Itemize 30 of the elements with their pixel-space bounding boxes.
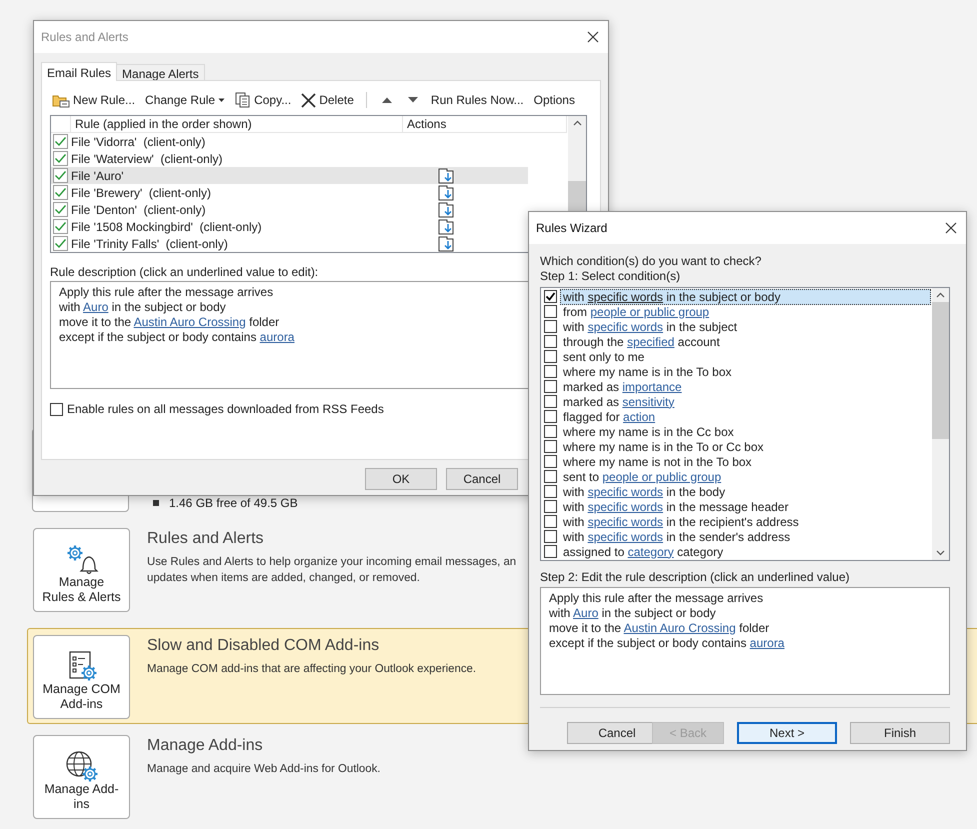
question-text: Which condition(s) do you want to check? (540, 254, 762, 269)
description-line: with Auro in the subject or body (59, 300, 226, 315)
section-description: Manage COM add-ins that are affecting your Outlook experience. (147, 662, 476, 677)
description-line: move it to the Austin Auro Crossing folder (59, 315, 280, 330)
description-line: with Auro in the subject or body (549, 606, 716, 621)
storage-text: 1.46 GB free of 49.5 GB (169, 496, 298, 510)
section-title: Rules and Alerts (147, 530, 265, 548)
window-title: Rules Wizard (536, 221, 608, 235)
rule-name: File 'Waterview' (client-only) (71, 152, 224, 166)
rule-name: File '1508 Mockingbird' (client-only) (71, 220, 263, 234)
section-title: Manage Add-ins (147, 737, 264, 755)
step-label: Step 1: Select condition(s) (540, 269, 682, 284)
description-line: except if the subject or body contains aurora (549, 636, 784, 651)
window-title: Rules and Alerts (41, 30, 128, 44)
section-title: Slow and Disabled COM Add-ins (147, 637, 380, 655)
rule-name: File 'Brewery' (client-only) (71, 186, 212, 200)
rule-name: File 'Vidorra' (client-only) (71, 134, 206, 148)
section-description: Use Rules and Alerts to help organize your incoming email messages, an (147, 555, 516, 570)
description-line: move it to the Austin Auro Crossing folder (549, 621, 770, 636)
step-label: Step 2: Edit the rule description (click an underlined value) (540, 570, 851, 585)
description-line: except if the subject or body contains aurora (59, 330, 294, 345)
description-label: Rule description (click an underlined value to edit): (50, 265, 318, 279)
section-description: Manage and acquire Web Add-ins for Outlook. (147, 762, 380, 777)
rule-name: File 'Denton' (client-only) (71, 202, 207, 216)
rule-name: File 'Auro' (71, 168, 125, 182)
description-line: Apply this rule after the message arrives (59, 285, 274, 300)
description-line: Apply this rule after the message arrives (549, 591, 764, 606)
section-description: updates when items are added, changed, or removed. (147, 571, 421, 586)
rule-name: File 'Trinity Falls' (client-only) (71, 236, 229, 250)
checkbox-label: Enable rules on all messages downloaded from RSS Feeds (67, 402, 384, 416)
